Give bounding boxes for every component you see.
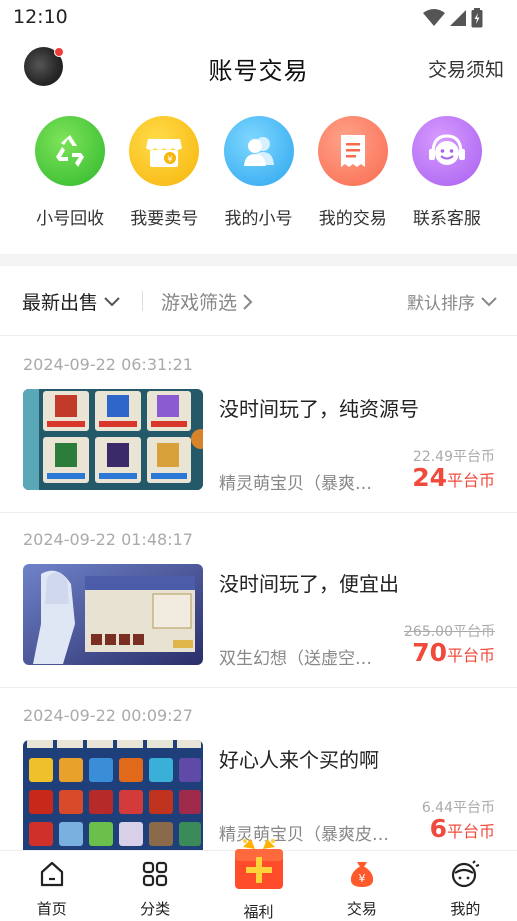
gift-icon xyxy=(229,837,289,897)
tab-label: 首页 xyxy=(36,900,67,918)
status-bar: 12:10 xyxy=(0,0,517,36)
listing-game-name: 精灵萌宝贝（暴爽皮… xyxy=(219,474,387,494)
tab-label: 福利 xyxy=(243,903,274,921)
avatar[interactable] xyxy=(24,47,64,86)
listing-thumbnail xyxy=(23,740,203,850)
headset-icon xyxy=(411,116,482,186)
latest-sale-filter[interactable]: 最新出售 xyxy=(22,288,120,315)
signal-icon xyxy=(450,10,466,26)
price-unit: 平台币 xyxy=(446,471,495,490)
quick-menu-customer-service[interactable]: 联系客服 xyxy=(400,108,494,238)
listing-item[interactable]: 2024-09-22 06:31:21 没时间玩了，纯资源号 精灵萌宝贝（暴爽皮… xyxy=(0,337,517,513)
battery-icon xyxy=(471,8,483,28)
listing-date: 2024-09-22 01:48:17 xyxy=(23,530,193,549)
quick-menu-my-accounts[interactable]: 我的小号 xyxy=(211,108,305,238)
tab-profile[interactable]: 我的 xyxy=(414,851,517,921)
listing-item[interactable]: 2024-09-22 01:48:17 没时间玩了，便宜出 双生幻想（送虚空无…… xyxy=(0,512,517,688)
listing-price: 70平台币 xyxy=(412,638,495,667)
listing-price: 6平台币 xyxy=(430,814,495,843)
quick-menu: 小号回收 ¥ 我要卖号 我的小号 我的交易 联系客服 xyxy=(0,108,517,238)
listing-price: 24平台币 xyxy=(412,463,495,492)
quick-menu-recycle[interactable]: 小号回收 xyxy=(23,108,117,238)
chevron-down-icon xyxy=(481,296,497,306)
listing-game-name: 双生幻想（送虚空无… xyxy=(219,649,387,669)
tab-category[interactable]: 分类 xyxy=(103,851,206,921)
sort-label: 默认排序 xyxy=(407,294,475,314)
price-value: 70 xyxy=(412,638,447,667)
wifi-icon xyxy=(423,9,445,26)
header: 账号交易 交易须知 xyxy=(0,36,517,98)
status-time: 12:10 xyxy=(13,6,68,28)
price-unit: 平台币 xyxy=(446,822,495,841)
tab-home[interactable]: 首页 xyxy=(0,851,103,921)
recycle-icon xyxy=(35,116,106,186)
game-filter-label: 游戏筛选 xyxy=(161,292,238,314)
listing-thumbnail xyxy=(23,389,203,490)
filter-bar: 最新出售 游戏筛选 默认排序 xyxy=(0,266,517,336)
quick-menu-label: 我的交易 xyxy=(318,209,387,229)
bottom-tab-bar: 首页 分类 福利 ¥ 交易 我的 xyxy=(0,839,517,921)
listing-title: 没时间玩了，便宜出 xyxy=(219,572,399,596)
sort-dropdown[interactable]: 默认排序 xyxy=(407,289,497,314)
status-icons xyxy=(423,8,483,28)
home-icon xyxy=(38,860,66,888)
listing-title: 好心人来个买的啊 xyxy=(219,748,379,772)
quick-menu-label: 我的小号 xyxy=(224,209,293,229)
receipt-icon xyxy=(317,116,388,186)
users-icon xyxy=(223,116,294,186)
svg-text:¥: ¥ xyxy=(167,155,173,165)
tab-welfare[interactable]: 福利 xyxy=(207,839,310,921)
tab-label: 我的 xyxy=(450,900,481,918)
listing-date: 2024-09-22 06:31:21 xyxy=(23,355,193,374)
trade-notice-link[interactable]: 交易须知 xyxy=(428,55,504,82)
money-bag-icon: ¥ xyxy=(348,860,376,888)
profile-icon xyxy=(450,860,480,888)
quick-menu-sell[interactable]: ¥ 我要卖号 xyxy=(117,108,211,238)
price-value: 24 xyxy=(412,463,447,492)
listing-date: 2024-09-22 00:09:27 xyxy=(23,706,193,725)
quick-menu-my-trades[interactable]: 我的交易 xyxy=(306,108,400,238)
filter-separator xyxy=(142,291,143,311)
price-unit: 平台币 xyxy=(446,646,495,665)
game-filter[interactable]: 游戏筛选 xyxy=(161,288,253,315)
listing-thumbnail xyxy=(23,564,203,665)
notification-dot xyxy=(54,47,64,57)
quick-menu-label: 联系客服 xyxy=(412,209,481,229)
svg-text:¥: ¥ xyxy=(358,872,365,885)
chevron-down-icon xyxy=(104,296,120,306)
quick-menu-label: 小号回收 xyxy=(36,209,105,229)
tab-label: 分类 xyxy=(140,900,171,918)
chevron-right-icon xyxy=(243,293,253,310)
latest-sale-label: 最新出售 xyxy=(22,292,99,314)
tab-trade[interactable]: ¥ 交易 xyxy=(310,851,413,921)
section-divider xyxy=(0,254,517,266)
quick-menu-label: 我要卖号 xyxy=(130,209,199,229)
listing-title: 没时间玩了，纯资源号 xyxy=(219,397,419,421)
shop-icon: ¥ xyxy=(129,116,200,186)
tab-label: 交易 xyxy=(346,900,377,918)
category-icon xyxy=(141,860,169,888)
price-value: 6 xyxy=(429,814,447,843)
